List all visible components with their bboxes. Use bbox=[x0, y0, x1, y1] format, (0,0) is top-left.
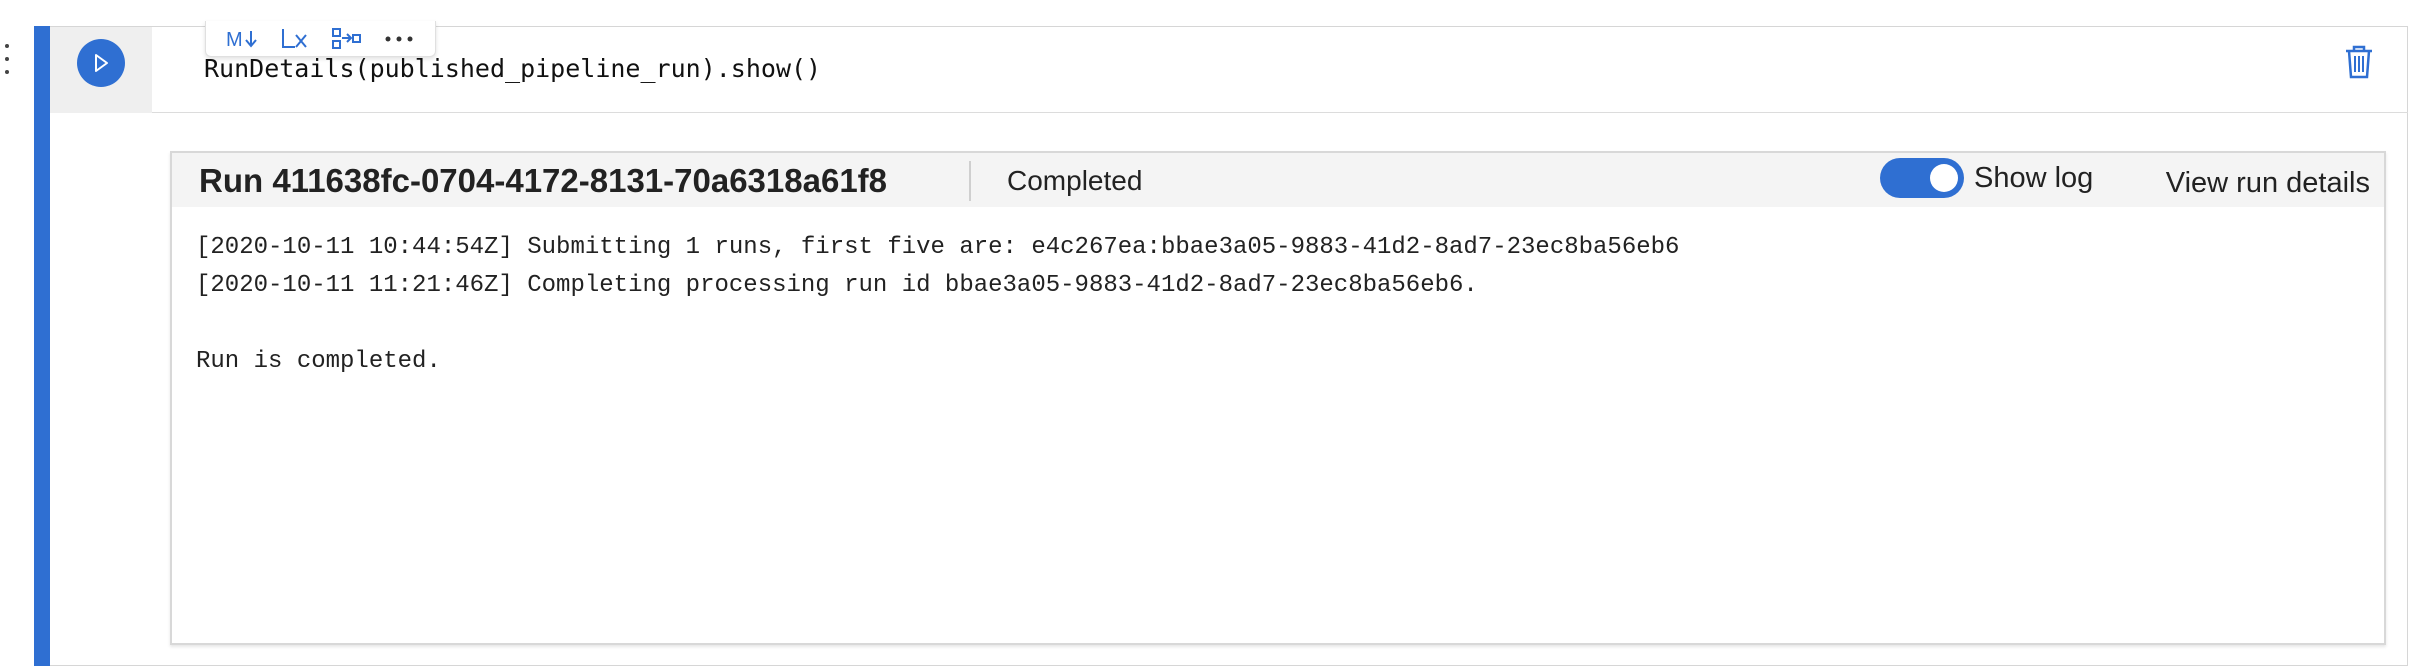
markdown-toggle-icon: M bbox=[226, 29, 257, 50]
code-cell[interactable]: M RunDetails(published_pipeline_run).sho… bbox=[50, 21, 2408, 666]
run-gutter bbox=[50, 27, 152, 113]
cell-toolbar: M bbox=[205, 21, 436, 57]
run-title: Run 411638fc-0704-4172-8131-70a6318a61f8 bbox=[199, 162, 888, 199]
more-icon bbox=[385, 36, 413, 41]
log-line: [2020-10-11 10:44:54Z] Submitting 1 runs… bbox=[196, 234, 1680, 261]
widget-header: Run 411638fc-0704-4172-8131-70a6318a61f8… bbox=[172, 153, 2384, 207]
split-cell-icon bbox=[331, 27, 361, 49]
delete-cell-button[interactable] bbox=[2342, 43, 2376, 81]
run-details-widget: Run 411638fc-0704-4172-8131-70a6318a61f8… bbox=[170, 151, 2386, 645]
view-run-details-link[interactable]: View run details bbox=[2166, 167, 2370, 200]
cell-drag-handle[interactable] bbox=[2, 44, 12, 74]
cell-selection-accent bbox=[34, 26, 50, 666]
log-line: Run is completed. bbox=[196, 348, 441, 375]
show-log-toggle[interactable] bbox=[1880, 158, 1964, 198]
play-icon bbox=[95, 54, 108, 72]
run-status: Completed bbox=[1007, 165, 1143, 196]
trash-icon bbox=[2346, 45, 2372, 79]
log-line: [2020-10-11 11:21:46Z] Completing proces… bbox=[196, 272, 1478, 299]
clear-output-button[interactable] bbox=[274, 24, 314, 54]
code-editor[interactable]: RunDetails(published_pipeline_run).show(… bbox=[204, 54, 821, 83]
more-options-button[interactable] bbox=[379, 24, 419, 54]
toggle-knob bbox=[1930, 164, 1958, 192]
split-cell-button[interactable] bbox=[327, 24, 367, 54]
run-cell-button[interactable] bbox=[77, 39, 125, 87]
header-divider bbox=[969, 161, 971, 201]
clear-output-icon bbox=[282, 28, 308, 48]
markdown-toggle-button[interactable]: M bbox=[222, 24, 262, 54]
svg-text:M: M bbox=[226, 29, 243, 50]
show-log-label: Show log bbox=[1974, 162, 2094, 194]
log-output: [2020-10-11 10:44:54Z] Submitting 1 runs… bbox=[196, 229, 1679, 381]
